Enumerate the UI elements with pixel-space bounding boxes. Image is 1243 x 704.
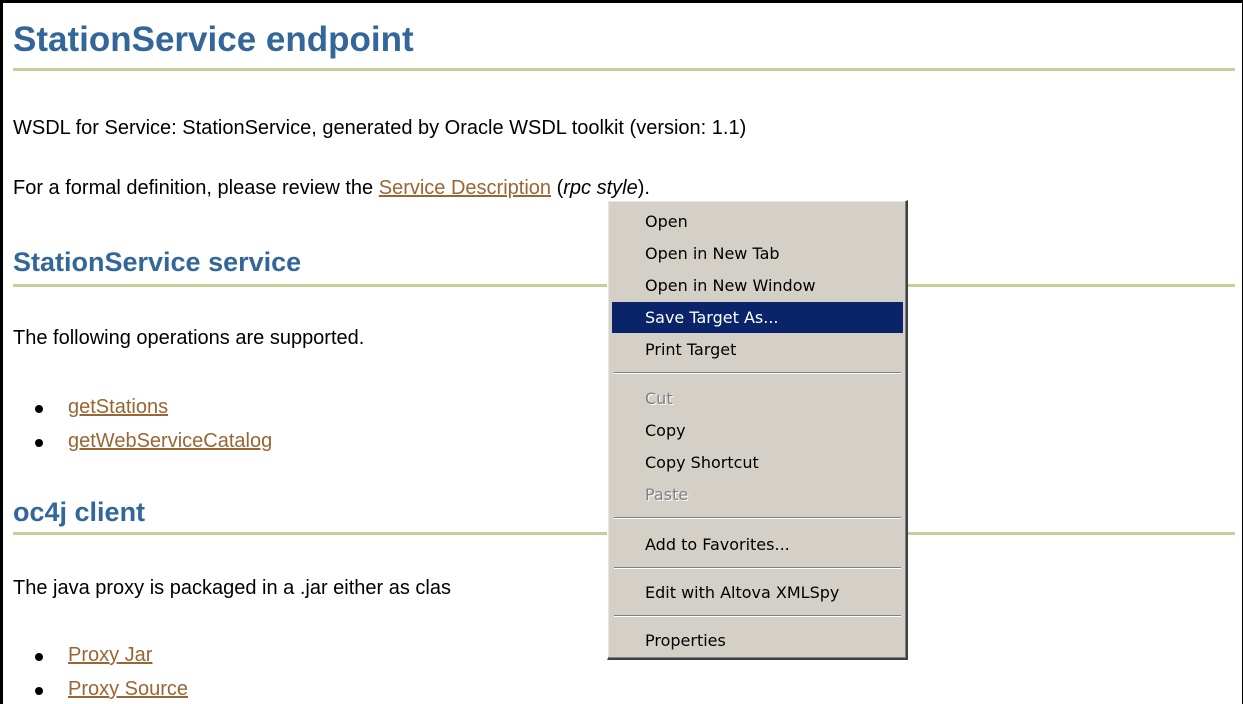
bullet-dot (35, 405, 43, 413)
formal-definition-suffix: ). (637, 177, 650, 199)
list-item: Proxy Source (35, 672, 188, 704)
menu-separator (614, 372, 901, 374)
list-item: getStations (35, 390, 272, 424)
formal-open-paren: ( (551, 177, 564, 199)
client-section-heading: oc4j client (13, 497, 146, 527)
formal-definition-text: For a formal definition, please review t… (13, 177, 650, 200)
operation-link-getstations[interactable]: getStations (68, 396, 168, 418)
menu-item-cut[interactable]: Cut (612, 383, 903, 414)
menu-item-copy[interactable]: Copy (612, 415, 903, 446)
java-proxy-text: The java proxy is packaged in a .jar eit… (13, 577, 451, 599)
proxy-links-list: Proxy Jar Proxy Source (35, 638, 188, 704)
formal-definition-prefix: For a formal definition, please review t… (13, 177, 379, 199)
list-item: getWebServiceCatalog (35, 424, 272, 458)
title-divider (13, 68, 1235, 71)
list-item: Proxy Jar (35, 638, 188, 672)
proxy-jar-link[interactable]: Proxy Jar (68, 644, 152, 666)
menu-separator (614, 517, 901, 519)
menu-separator (614, 567, 901, 569)
menu-item-edit-with-xmlspy[interactable]: Edit with Altova XMLSpy (612, 577, 903, 608)
menu-item-open-new-window[interactable]: Open in New Window (612, 270, 903, 301)
menu-item-properties[interactable]: Properties (612, 625, 903, 656)
bullet-dot (35, 653, 43, 661)
bullet-dot (35, 439, 43, 447)
page-title: StationService endpoint (13, 20, 414, 59)
menu-item-open[interactable]: Open (612, 206, 903, 237)
menu-item-copy-shortcut[interactable]: Copy Shortcut (612, 447, 903, 478)
menu-item-open-new-tab[interactable]: Open in New Tab (612, 238, 903, 269)
operations-list: getStations getWebServiceCatalog (35, 390, 272, 458)
proxy-source-link[interactable]: Proxy Source (68, 678, 188, 700)
operation-link-getwebservicecatalog[interactable]: getWebServiceCatalog (68, 430, 272, 452)
service-section-heading: StationService service (13, 247, 302, 277)
rpc-style-text: rpc style (563, 177, 638, 199)
menu-item-add-to-favorites[interactable]: Add to Favorites... (612, 529, 903, 560)
service-description-link[interactable]: Service Description (379, 177, 551, 199)
operations-supported-text: The following operations are supported. (13, 327, 365, 349)
intro-text: WSDL for Service: StationService, genera… (13, 117, 747, 139)
menu-item-print-target[interactable]: Print Target (612, 334, 903, 365)
menu-item-paste[interactable]: Paste (612, 479, 903, 510)
menu-separator (614, 615, 901, 617)
context-menu: Open Open in New Tab Open in New Window … (607, 200, 908, 660)
bullet-dot (35, 687, 43, 695)
menu-item-save-target-as[interactable]: Save Target As... (612, 302, 903, 333)
